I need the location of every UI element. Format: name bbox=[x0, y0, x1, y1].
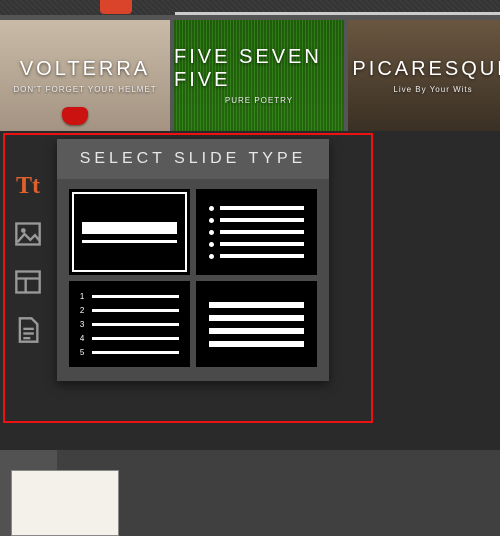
tool-image-button[interactable] bbox=[11, 217, 45, 251]
tool-rail: Tt bbox=[6, 169, 50, 347]
bullet-list-icon bbox=[209, 206, 303, 259]
slide-type-grid: 1 2 3 4 5 bbox=[57, 179, 329, 381]
theme-subtitle: DON'T FORGET YOUR HELMET bbox=[13, 85, 156, 94]
app-logo bbox=[100, 0, 132, 14]
slide-option-bullets[interactable] bbox=[196, 189, 317, 275]
paragraph-icon bbox=[209, 302, 303, 347]
app-header bbox=[0, 0, 500, 16]
tool-text-button[interactable]: Tt bbox=[11, 169, 45, 203]
slide-type-panel-title: SELECT SLIDE TYPE bbox=[80, 150, 307, 168]
document-icon bbox=[14, 316, 42, 344]
slide-thumbnail[interactable] bbox=[11, 470, 119, 536]
text-icon: Tt bbox=[16, 173, 40, 200]
tool-document-button[interactable] bbox=[11, 313, 45, 347]
slide-option-numbered[interactable]: 1 2 3 4 5 bbox=[69, 281, 190, 367]
title-slide-icon bbox=[82, 222, 176, 243]
slide-option-title[interactable] bbox=[69, 189, 190, 275]
image-icon bbox=[14, 220, 42, 248]
theme-title: FIVE SEVEN FIVE bbox=[174, 46, 344, 92]
scooter-icon bbox=[62, 107, 88, 125]
editor-area: Tt SELECT SLIDE TYPE bbox=[0, 131, 500, 451]
slide-type-panel-header: SELECT SLIDE TYPE bbox=[57, 139, 329, 179]
theme-title: PICARESQUE bbox=[352, 58, 500, 81]
theme-carousel: VOLTERRA DON'T FORGET YOUR HELMET FIVE S… bbox=[0, 16, 500, 131]
tool-layout-button[interactable] bbox=[11, 265, 45, 299]
numbered-list-icon: 1 2 3 4 5 bbox=[80, 292, 179, 357]
theme-card-picaresque[interactable]: PICARESQUE Live By Your Wits bbox=[348, 20, 500, 131]
slide-option-paragraph[interactable] bbox=[196, 281, 317, 367]
filmstrip bbox=[0, 450, 500, 536]
theme-card-volterra[interactable]: VOLTERRA DON'T FORGET YOUR HELMET bbox=[0, 20, 170, 131]
header-tab-underline bbox=[175, 12, 500, 15]
slide-type-panel: SELECT SLIDE TYPE 1 2 bbox=[57, 139, 329, 381]
theme-title: VOLTERRA bbox=[20, 58, 150, 81]
layout-icon bbox=[14, 268, 42, 296]
theme-subtitle: Live By Your Wits bbox=[393, 85, 472, 94]
theme-card-fivesevenfive[interactable]: FIVE SEVEN FIVE PURE POETRY bbox=[174, 20, 344, 131]
theme-subtitle: PURE POETRY bbox=[225, 96, 293, 105]
